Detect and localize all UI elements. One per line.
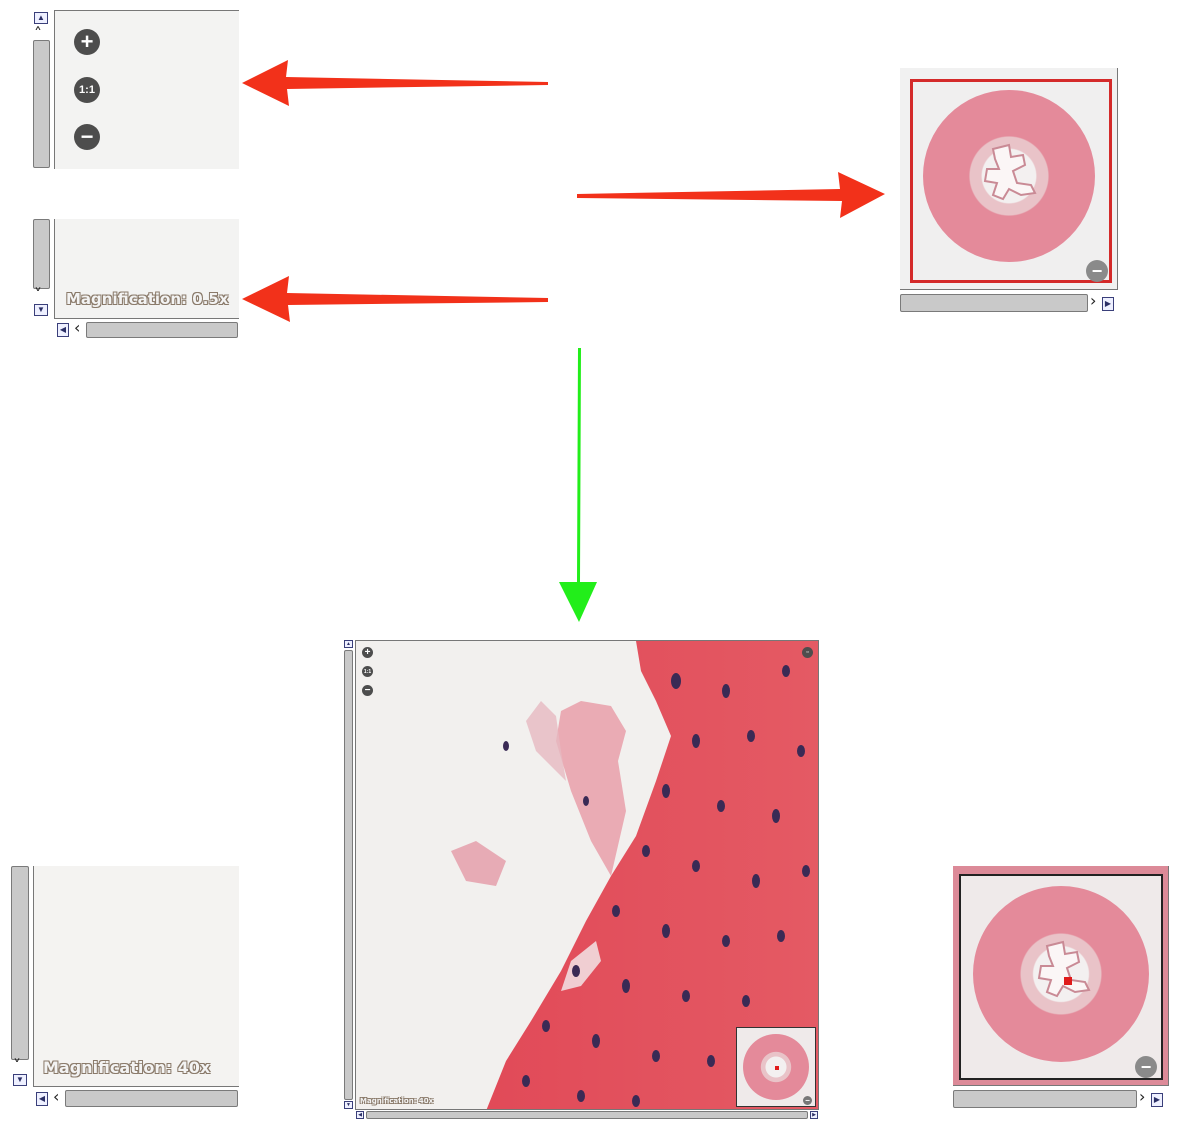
red-arrow-to-overview — [577, 172, 885, 218]
scroll-right-button[interactable]: ▶ — [810, 1111, 818, 1119]
magnification-crop-top: ˅ ▼ Magnification: 0.5x ◀ ‹ — [30, 219, 239, 341]
scroll-right-button[interactable]: ▶ — [1102, 297, 1114, 311]
chevron-right-icon[interactable]: › — [1090, 293, 1096, 309]
scroll-right-button[interactable]: ▶ — [1151, 1093, 1163, 1107]
minus-icon: − — [805, 1096, 810, 1105]
minus-icon: − — [80, 124, 94, 149]
overview-panel: − — [953, 866, 1169, 1086]
minus-icon: − — [1091, 260, 1103, 281]
chevron-left-icon[interactable]: ‹ — [53, 1089, 59, 1105]
magnification-label: Magnification: 0.5x — [66, 290, 229, 308]
reset-zoom-button[interactable]: 1:1 — [74, 77, 100, 103]
scroll-left-button[interactable]: ◀ — [36, 1092, 48, 1106]
viewer-panel: + 1:1 − — [54, 10, 239, 169]
overview-icon: ▫ — [806, 649, 809, 656]
viewer-panel: Magnification: 40x — [33, 866, 239, 1087]
scroll-left-button[interactable]: ◀ — [57, 323, 69, 337]
magnification-crop-bottom: ˅ ▼ Magnification: 40x ◀ ‹ — [8, 866, 239, 1110]
vertical-scrollbar[interactable] — [11, 866, 29, 1060]
plus-icon: + — [80, 29, 94, 54]
viewport-marker[interactable] — [1064, 977, 1072, 985]
tissue-viewport[interactable]: + 1:1 − ▫ − Magnification: 40x — [355, 640, 819, 1110]
chevron-left-icon[interactable]: ‹ — [74, 320, 80, 336]
mini-overview[interactable]: − — [736, 1027, 816, 1107]
minus-icon: − — [364, 685, 371, 696]
horizontal-scrollbar[interactable] — [953, 1090, 1137, 1108]
overview-toggle-button[interactable]: ▫ — [802, 647, 813, 658]
overview-collapse-button[interactable]: − — [803, 1096, 812, 1105]
zoom-out-button[interactable]: − — [74, 124, 100, 150]
horizontal-scrollbar[interactable] — [900, 294, 1088, 312]
minus-icon: − — [1140, 1056, 1152, 1077]
viewer-panel: Magnification: 0.5x — [54, 219, 239, 319]
one-to-one-icon: 1:1 — [363, 668, 372, 675]
viewport-marker — [775, 1066, 779, 1070]
zoom-in-button[interactable]: + — [362, 647, 373, 658]
scroll-down-button[interactable]: ▼ — [13, 1074, 27, 1086]
vertical-scrollbar[interactable] — [33, 219, 50, 289]
reset-zoom-button[interactable]: 1:1 — [362, 666, 373, 677]
horizontal-scrollbar[interactable] — [86, 322, 238, 338]
overview-crop-bottom: − › ▶ — [953, 866, 1171, 1112]
vertical-scrollbar[interactable] — [344, 650, 353, 1100]
scroll-up-button[interactable]: ▲ — [34, 12, 48, 24]
chevron-down-icon[interactable]: ˅ — [13, 1058, 21, 1074]
zoom-in-button[interactable]: + — [74, 29, 100, 55]
overview-collapse-button[interactable]: − — [1135, 1056, 1157, 1078]
overview-frame — [959, 874, 1163, 1080]
scroll-down-button[interactable]: ▼ — [34, 304, 48, 316]
overview-panel: − — [900, 68, 1118, 290]
lumen-shape — [1037, 940, 1091, 998]
horizontal-scrollbar[interactable] — [366, 1111, 808, 1119]
zoom-controls-crop: ▲ ˄ + 1:1 − — [30, 8, 239, 169]
vertical-scrollbar[interactable] — [33, 40, 50, 168]
red-arrow-to-zoom-controls — [242, 60, 548, 106]
green-arrow-down — [559, 348, 597, 622]
one-to-one-icon: 1:1 — [79, 84, 95, 96]
overview-crop-top: − › ▶ — [900, 68, 1118, 316]
scroll-down-button[interactable]: ▼ — [344, 1101, 353, 1109]
scroll-up-button[interactable]: ▲ — [344, 640, 353, 648]
zoom-out-button[interactable]: − — [362, 685, 373, 696]
magnification-label: Magnification: 40x — [43, 1058, 211, 1077]
chevron-right-icon[interactable]: › — [1139, 1089, 1145, 1105]
full-viewer: ▲ ▼ + 1:1 − ▫ − Magnification: 40x ◀ ▶ — [342, 638, 822, 1120]
scroll-left-button[interactable]: ◀ — [356, 1111, 364, 1119]
magnification-label: Magnification: 40x — [360, 1097, 434, 1105]
chevron-down-icon[interactable]: ˅ — [34, 287, 42, 303]
plus-icon: + — [364, 647, 371, 658]
red-arrow-to-magnification — [242, 276, 548, 322]
lumen-shape — [983, 143, 1037, 201]
overview-viewport-frame[interactable] — [910, 79, 1112, 283]
overview-collapse-button[interactable]: − — [1086, 260, 1108, 282]
horizontal-scrollbar[interactable] — [65, 1090, 238, 1107]
